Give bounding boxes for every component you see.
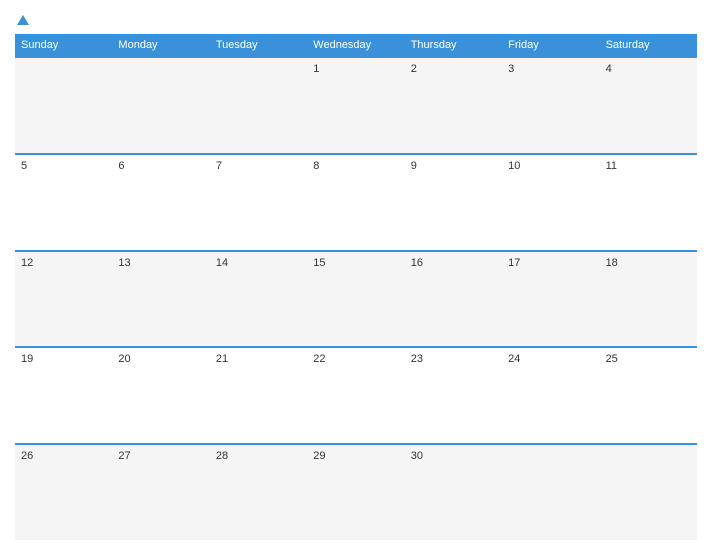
day-number: 15 [313,257,325,269]
day-number: 14 [216,257,228,269]
day-cell: 24 [502,348,599,443]
day-cell: 14 [210,252,307,347]
day-cell: 11 [600,155,697,250]
day-number: 1 [313,63,319,75]
day-cell: 15 [307,252,404,347]
day-number: 2 [411,63,417,75]
day-header-tuesday: Tuesday [210,34,307,56]
day-number: 25 [606,353,618,365]
day-number: 5 [21,160,27,172]
day-number: 21 [216,353,228,365]
day-cell: 9 [405,155,502,250]
day-cell: 5 [15,155,112,250]
day-cell: 17 [502,252,599,347]
week-row: 19 20 21 22 23 24 25 [15,346,697,443]
day-number: 4 [606,63,612,75]
day-header-wednesday: Wednesday [307,34,404,56]
day-headers-row: SundayMondayTuesdayWednesdayThursdayFrid… [15,34,697,56]
day-cell [15,58,112,153]
day-number: 12 [21,257,33,269]
day-cell: 13 [112,252,209,347]
day-cell: 25 [600,348,697,443]
day-cell: 20 [112,348,209,443]
day-number: 19 [21,353,33,365]
day-number: 8 [313,160,319,172]
day-cell: 19 [15,348,112,443]
day-cell: 8 [307,155,404,250]
day-cell: 12 [15,252,112,347]
day-number: 22 [313,353,325,365]
day-cell: 26 [15,445,112,540]
day-number: 23 [411,353,423,365]
day-number: 24 [508,353,520,365]
day-number: 18 [606,257,618,269]
day-cell: 27 [112,445,209,540]
day-cell: 21 [210,348,307,443]
day-cell: 16 [405,252,502,347]
day-number: 17 [508,257,520,269]
calendar: SundayMondayTuesdayWednesdayThursdayFrid… [15,34,697,540]
day-cell [502,445,599,540]
day-number: 9 [411,160,417,172]
day-number: 6 [118,160,124,172]
day-number: 26 [21,450,33,462]
day-cell: 29 [307,445,404,540]
day-cell: 10 [502,155,599,250]
day-number: 3 [508,63,514,75]
day-number: 27 [118,450,130,462]
day-cell: 1 [307,58,404,153]
week-row: 12 13 14 15 16 17 18 [15,250,697,347]
day-number: 20 [118,353,130,365]
day-number: 29 [313,450,325,462]
day-header-monday: Monday [112,34,209,56]
week-row: 26 27 28 29 30 [15,443,697,540]
day-cell [112,58,209,153]
day-cell: 30 [405,445,502,540]
day-header-sunday: Sunday [15,34,112,56]
day-cell: 6 [112,155,209,250]
week-row: 1 2 3 4 [15,56,697,153]
day-number: 28 [216,450,228,462]
calendar-page: SundayMondayTuesdayWednesdayThursdayFrid… [0,0,712,550]
day-cell: 22 [307,348,404,443]
weeks-container: 1234567891011121314151617181920212223242… [15,56,697,540]
day-header-thursday: Thursday [405,34,502,56]
day-cell: 2 [405,58,502,153]
week-row: 5 6 7 8 9 10 11 [15,153,697,250]
day-number: 7 [216,160,222,172]
day-cell [600,445,697,540]
day-cell: 4 [600,58,697,153]
day-cell: 23 [405,348,502,443]
day-number: 10 [508,160,520,172]
logo [15,15,29,26]
header [15,10,697,34]
day-number: 16 [411,257,423,269]
day-header-friday: Friday [502,34,599,56]
day-number: 13 [118,257,130,269]
day-cell: 18 [600,252,697,347]
day-cell: 28 [210,445,307,540]
day-number: 11 [606,160,617,172]
day-number: 30 [411,450,423,462]
day-cell: 3 [502,58,599,153]
logo-triangle-icon [17,15,29,25]
day-cell: 7 [210,155,307,250]
day-cell [210,58,307,153]
day-header-saturday: Saturday [600,34,697,56]
